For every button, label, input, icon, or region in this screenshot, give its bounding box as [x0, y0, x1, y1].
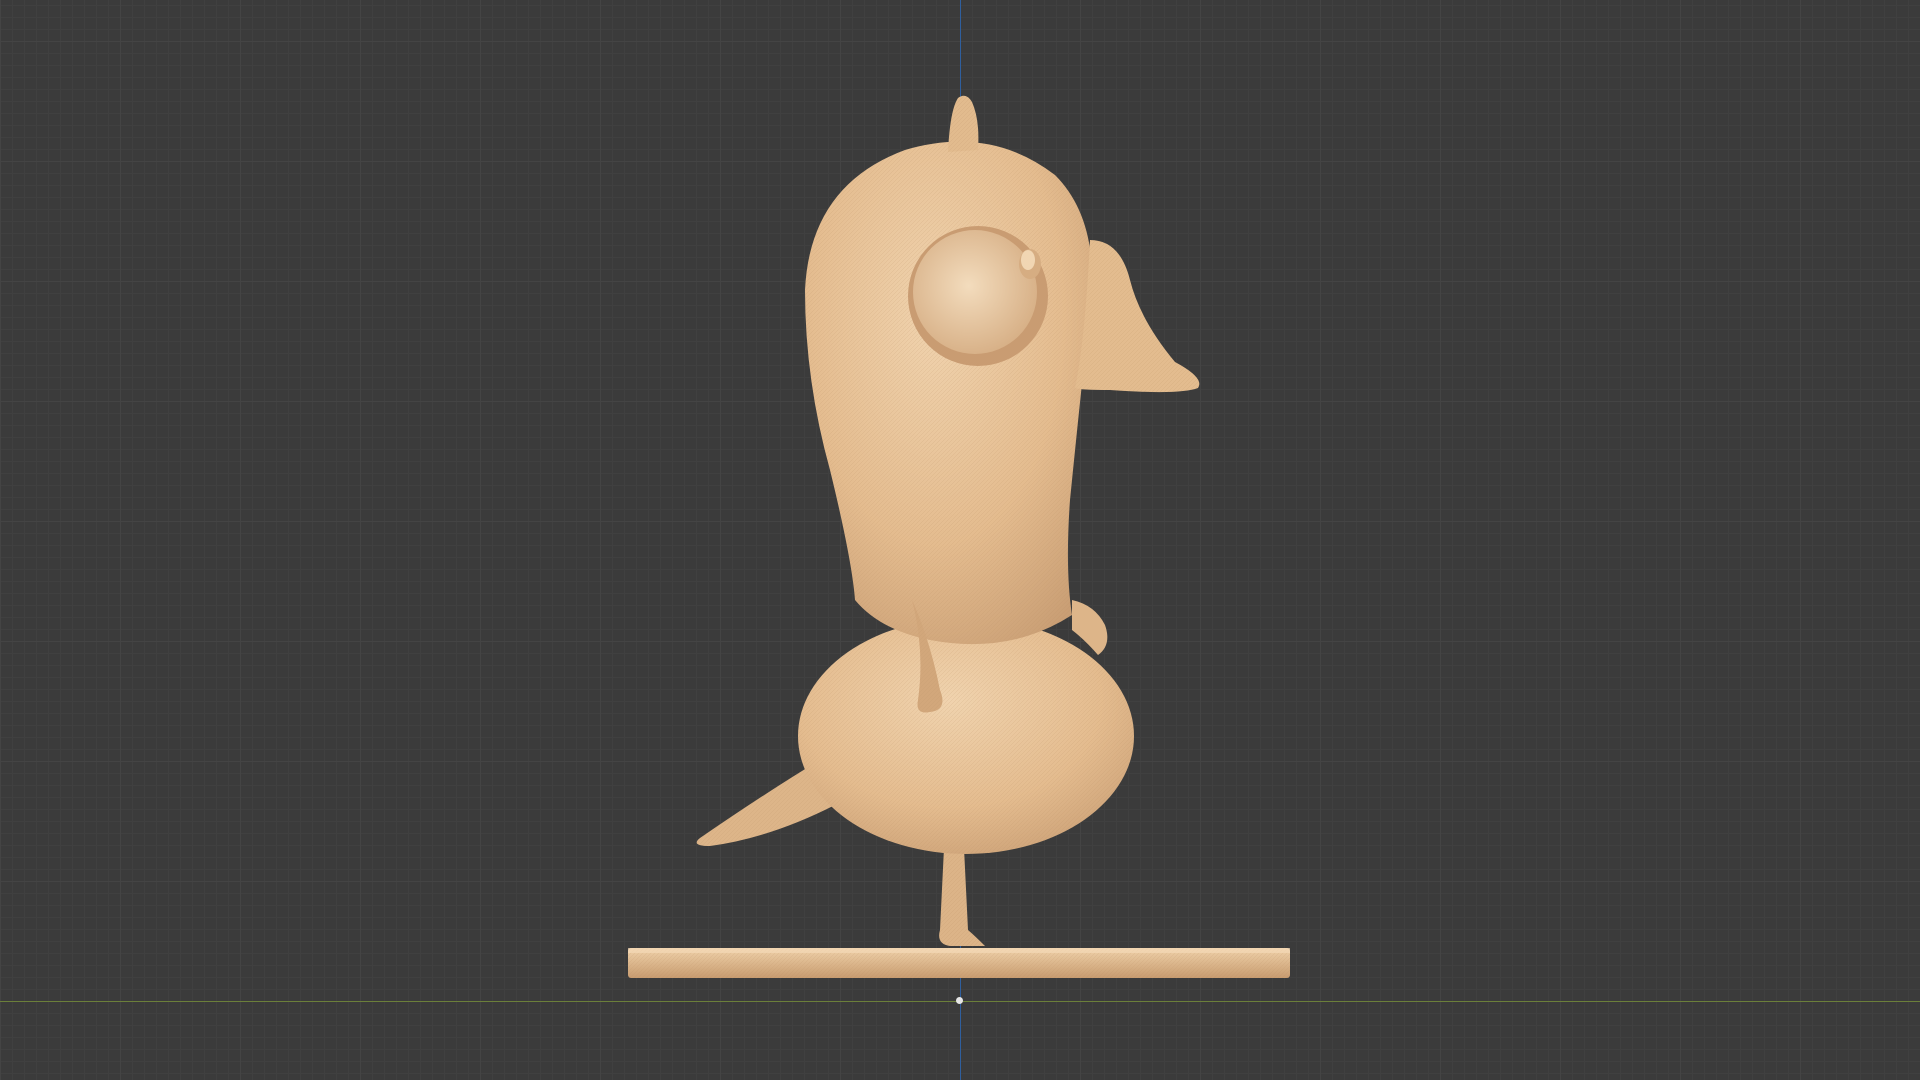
beak — [1075, 240, 1200, 393]
lower-body — [798, 618, 1134, 854]
leg — [939, 848, 985, 946]
3d-viewport[interactable] — [0, 0, 1920, 1080]
base-plate — [628, 948, 1290, 978]
head-crest — [948, 95, 979, 152]
head-neck — [805, 141, 1093, 645]
duck-model[interactable] — [0, 0, 1920, 1080]
back-wing — [1072, 600, 1108, 655]
origin-point — [956, 997, 963, 1004]
eye — [908, 226, 1048, 366]
